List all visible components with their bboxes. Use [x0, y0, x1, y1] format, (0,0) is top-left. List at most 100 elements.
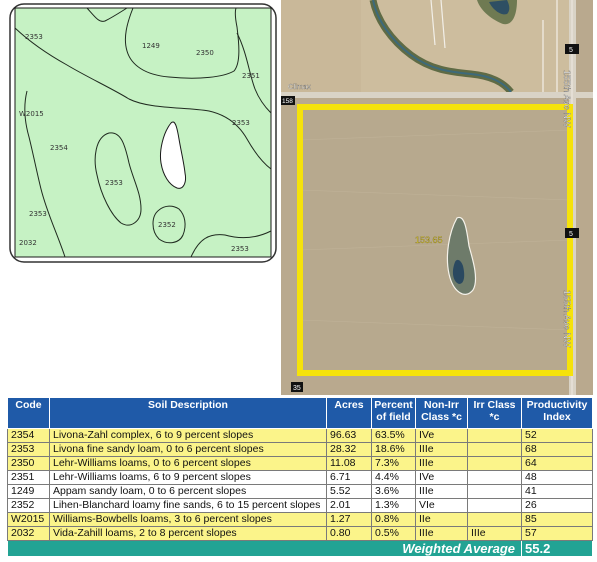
- soil-map: 2353 1249 2350 2351 W2015 2353 2354 2353…: [9, 3, 277, 263]
- cell-acres: 96.63: [326, 428, 372, 443]
- header-non-irr-class: Non-Irr Class *c: [415, 397, 468, 429]
- field-acres-label: 153.65: [415, 235, 443, 245]
- cell-description: Lihen-Blanchard loamy fine sands, 6 to 1…: [49, 498, 327, 513]
- cell-irr: [467, 498, 522, 513]
- cell-acres: 1.27: [326, 512, 372, 527]
- cell-non-irr: IIe: [415, 512, 468, 527]
- road-158-label: 158: [282, 98, 293, 105]
- cell-productivity: 57: [521, 526, 593, 541]
- cell-irr: [467, 470, 522, 485]
- cell-percent: 1.3%: [371, 498, 416, 513]
- table-row: 2350 Lehr-Williams loams, 0 to 6 percent …: [7, 456, 593, 471]
- map-label-2032: 2032: [19, 239, 37, 247]
- cell-code: W2015: [7, 512, 50, 527]
- map-label-2350: 2350: [196, 49, 214, 57]
- cell-description: Livona fine sandy loam, 0 to 6 percent s…: [49, 442, 327, 457]
- map-label-2353-bottom: 2353: [231, 245, 249, 253]
- cell-productivity: 64: [521, 456, 593, 471]
- weighted-average-label: Weighted Average: [7, 540, 522, 557]
- cell-code: 2353: [7, 442, 50, 457]
- cell-productivity: 52: [521, 428, 593, 443]
- cell-description: Lehr-Williams loams, 6 to 9 percent slop…: [49, 470, 327, 485]
- map-label-2353-top: 2353: [25, 33, 43, 41]
- cell-irr: [467, 512, 522, 527]
- cell-irr: [467, 442, 522, 457]
- cell-non-irr: IVe: [415, 470, 468, 485]
- cell-code: 2351: [7, 470, 50, 485]
- cell-percent: 3.6%: [371, 484, 416, 499]
- road-5-top-label: 5: [569, 47, 573, 54]
- cell-description: Vida-Zahill loams, 2 to 8 percent slopes: [49, 526, 327, 541]
- cell-irr: IIIe: [467, 526, 522, 541]
- map-label-2353-left: 2353: [29, 210, 47, 218]
- map-label-w2015: W2015: [19, 110, 44, 118]
- cell-description: Williams-Bowbells loams, 3 to 6 percent …: [49, 512, 327, 527]
- field-upper-left: [281, 0, 361, 92]
- cell-acres: 11.08: [326, 456, 372, 471]
- cell-productivity: 26: [521, 498, 593, 513]
- header-acres: Acres: [326, 397, 372, 429]
- cell-code: 2352: [7, 498, 50, 513]
- header-percent: Percent of field: [371, 397, 416, 429]
- table-row: 2032 Vida-Zahill loams, 2 to 8 percent sl…: [7, 526, 593, 541]
- cell-non-irr: IIIe: [415, 484, 468, 499]
- cell-acres: 28.32: [326, 442, 372, 457]
- county-road-horizontal: [281, 92, 593, 98]
- avenue-label-bottom: 155th Ave NW: [562, 290, 572, 348]
- cell-non-irr: VIe: [415, 498, 468, 513]
- cell-acres: 5.52: [326, 484, 372, 499]
- table-header-row: Code Soil Description Acres Percent of f…: [7, 397, 593, 429]
- cell-acres: 2.01: [326, 498, 372, 513]
- map-label-2353-right: 2353: [232, 119, 250, 127]
- header-code: Code: [7, 397, 50, 429]
- aerial-photo: Climax 5 5 158 155th Ave NW 155th Ave NW…: [281, 0, 593, 395]
- soil-table: Code Soil Description Acres Percent of f…: [7, 397, 593, 557]
- table-row: 2352 Lihen-Blanchard loamy fine sands, 6 …: [7, 498, 593, 513]
- cell-code: 2354: [7, 428, 50, 443]
- weighted-average-row: Weighted Average 55.2: [7, 540, 593, 557]
- label-climax: Climax: [288, 82, 311, 91]
- cell-percent: 4.4%: [371, 470, 416, 485]
- header-irr-class: Irr Class *c: [467, 397, 522, 429]
- cell-code: 1249: [7, 484, 50, 499]
- cell-code: 2350: [7, 456, 50, 471]
- cell-acres: 6.71: [326, 470, 372, 485]
- map-label-2354: 2354: [50, 144, 68, 152]
- cell-non-irr: IIIe: [415, 526, 468, 541]
- table-body: 2354 Livona-Zahl complex, 6 to 9 percent …: [7, 428, 593, 557]
- cell-percent: 0.8%: [371, 512, 416, 527]
- cell-description: Lehr-Williams loams, 0 to 6 percent slop…: [49, 456, 327, 471]
- header-description: Soil Description: [49, 397, 327, 429]
- cell-non-irr: IIIe: [415, 442, 468, 457]
- cell-code: 2032: [7, 526, 50, 541]
- cell-percent: 0.5%: [371, 526, 416, 541]
- cell-description: Appam sandy loam, 0 to 6 percent slopes: [49, 484, 327, 499]
- table-row: 2354 Livona-Zahl complex, 6 to 9 percent …: [7, 428, 593, 443]
- cell-productivity: 85: [521, 512, 593, 527]
- avenue-label-top: 155th Ave NW: [562, 70, 572, 128]
- cell-productivity: 41: [521, 484, 593, 499]
- road-35-label: 35: [293, 385, 301, 392]
- map-label-2351: 2351: [242, 72, 260, 80]
- map-label-2352: 2352: [158, 221, 176, 229]
- cell-productivity: 48: [521, 470, 593, 485]
- table-row: W2015 Williams-Bowbells loams, 3 to 6 per…: [7, 512, 593, 527]
- header-productivity: Productivity Index: [521, 397, 593, 429]
- cell-percent: 18.6%: [371, 442, 416, 457]
- cell-irr: [467, 428, 522, 443]
- cell-acres: 0.80: [326, 526, 372, 541]
- cell-non-irr: IVe: [415, 428, 468, 443]
- cell-non-irr: IIIe: [415, 456, 468, 471]
- weighted-average-value: 55.2: [521, 540, 593, 557]
- road-5-mid-label: 5: [569, 231, 573, 238]
- map-label-1249: 1249: [142, 42, 160, 50]
- cell-productivity: 68: [521, 442, 593, 457]
- cell-irr: [467, 456, 522, 471]
- cell-percent: 7.3%: [371, 456, 416, 471]
- map-label-2353-island: 2353: [105, 179, 123, 187]
- table-row: 1249 Appam sandy loam, 0 to 6 percent slo…: [7, 484, 593, 499]
- table-row: 2351 Lehr-Williams loams, 6 to 9 percent …: [7, 470, 593, 485]
- cell-irr: [467, 484, 522, 499]
- cell-description: Livona-Zahl complex, 6 to 9 percent slop…: [49, 428, 327, 443]
- table-row: 2353 Livona fine sandy loam, 0 to 6 perce…: [7, 442, 593, 457]
